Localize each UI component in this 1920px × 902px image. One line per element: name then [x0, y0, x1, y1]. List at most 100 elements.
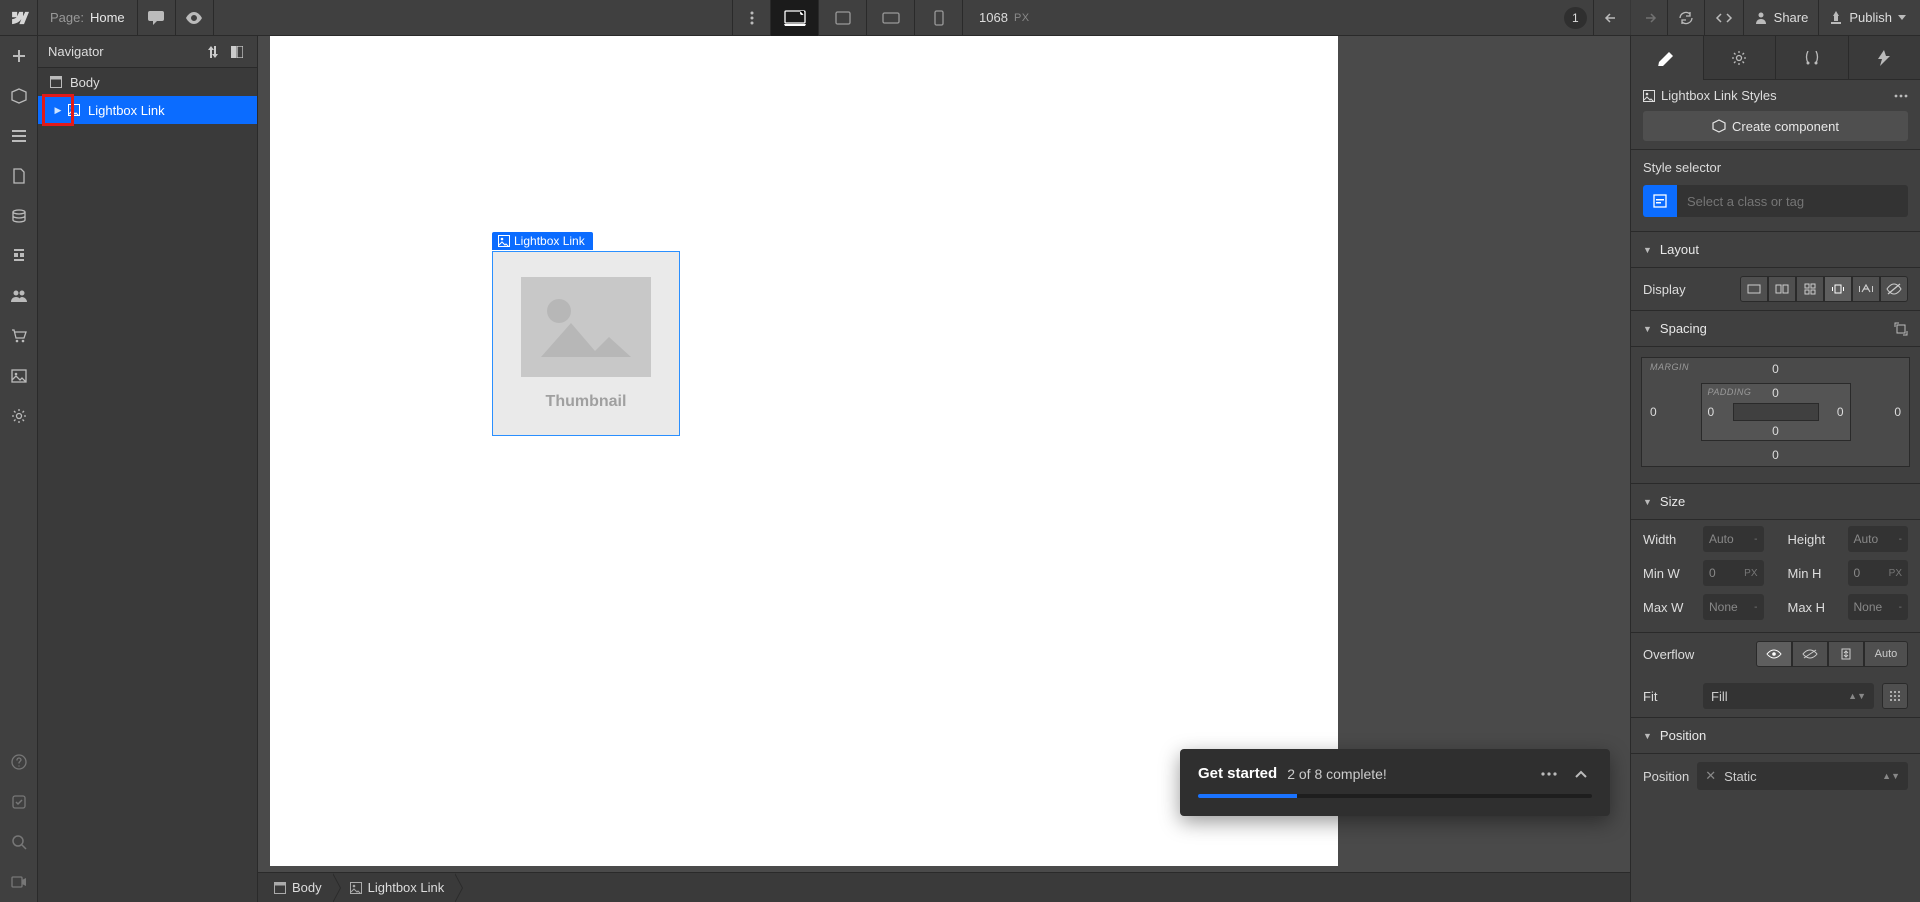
create-component-button[interactable]: Create component — [1643, 111, 1908, 141]
fit-select[interactable]: Fill ▲▼ — [1703, 683, 1874, 709]
style-panel-tabs — [1631, 36, 1920, 80]
code-export-icon[interactable] — [1704, 0, 1743, 36]
device-mobile[interactable] — [914, 0, 962, 36]
add-element-icon[interactable] — [0, 36, 38, 76]
display-grid[interactable] — [1796, 276, 1824, 302]
section-position-header[interactable]: ▼ Position — [1631, 718, 1920, 754]
toast-collapse-icon[interactable] — [1570, 770, 1592, 778]
display-block[interactable] — [1740, 276, 1768, 302]
publish-button[interactable]: Publish — [1818, 0, 1920, 36]
selector-input-field[interactable] — [1677, 185, 1908, 217]
device-tablet-landscape[interactable] — [866, 0, 914, 36]
overflow-hidden[interactable] — [1792, 641, 1828, 667]
margin-left[interactable]: 0 — [1650, 405, 1657, 419]
chevron-down-icon: ▼ — [1643, 324, 1652, 334]
search-icon[interactable] — [0, 822, 38, 862]
chevron-right-icon[interactable]: ▶ — [52, 105, 64, 116]
audit-icon[interactable] — [0, 782, 38, 822]
display-inline-block[interactable] — [1824, 276, 1852, 302]
section-layout-header[interactable]: ▼ Layout — [1631, 232, 1920, 268]
canvas-scroll[interactable]: Lightbox Link Thumbnail Get started 2 of… — [258, 36, 1630, 872]
margin-bottom[interactable]: 0 — [1772, 448, 1779, 462]
fit-position-button[interactable] — [1882, 683, 1908, 709]
more-vert-icon[interactable] — [732, 0, 770, 36]
nav-node-lightbox[interactable]: ▶ Lightbox Link — [38, 96, 257, 124]
margin-top[interactable]: 0 — [1772, 362, 1779, 376]
toast-more-icon[interactable] — [1538, 772, 1560, 776]
tab-style[interactable] — [1631, 37, 1703, 80]
lightbox-icon — [350, 882, 362, 894]
section-spacing-header[interactable]: ▼ Spacing — [1631, 311, 1920, 347]
height-input[interactable]: Auto- — [1848, 526, 1909, 552]
nav-node-body[interactable]: Body — [38, 68, 257, 96]
margin-right[interactable]: 0 — [1894, 405, 1901, 419]
tab-interactions[interactable] — [1775, 36, 1848, 79]
navigator-icon[interactable] — [0, 116, 38, 156]
users-icon[interactable] — [0, 276, 38, 316]
spacing-inner — [1733, 403, 1819, 421]
navigator-collapse-icon[interactable] — [227, 42, 247, 62]
margin-box[interactable]: MARGIN 0 0 0 0 PADDING 0 0 0 0 — [1641, 357, 1910, 467]
nav-node-body-label: Body — [70, 75, 100, 90]
overflow-label: Overflow — [1643, 647, 1695, 662]
resize-handle[interactable] — [1630, 374, 1631, 414]
get-started-toast: Get started 2 of 8 complete! — [1180, 749, 1610, 816]
display-none[interactable] — [1880, 276, 1908, 302]
preview-icon[interactable] — [176, 0, 214, 36]
sync-icon[interactable] — [1667, 0, 1704, 36]
overflow-auto[interactable]: Auto — [1864, 641, 1908, 667]
position-select[interactable]: ✕ Static ▲▼ — [1697, 762, 1908, 790]
spacing-expand-icon[interactable] — [1894, 322, 1908, 336]
crumb-body[interactable]: Body — [264, 873, 340, 902]
minw-input[interactable]: 0PX — [1703, 560, 1764, 586]
comments-icon[interactable] — [138, 0, 176, 36]
overflow-scroll[interactable] — [1828, 641, 1864, 667]
device-tablet[interactable] — [818, 0, 866, 36]
section-size-header[interactable]: ▼ Size — [1631, 484, 1920, 520]
undo-button[interactable] — [1593, 0, 1630, 36]
webflow-logo[interactable] — [0, 0, 38, 36]
canvas-width-display[interactable]: 1068 PX — [962, 0, 1046, 36]
images-icon[interactable] — [0, 356, 38, 396]
redo-button[interactable] — [1630, 0, 1667, 36]
ecommerce-icon[interactable] — [0, 316, 38, 356]
toast-progress — [1198, 794, 1592, 798]
padding-box[interactable]: PADDING 0 0 0 0 — [1701, 383, 1851, 441]
lightbox-icon — [1643, 90, 1655, 102]
tab-settings[interactable] — [1703, 36, 1776, 79]
overflow-visible[interactable] — [1756, 641, 1792, 667]
page-switcher[interactable]: Page: Home — [38, 0, 138, 36]
pages-icon[interactable] — [0, 156, 38, 196]
share-button[interactable]: Share — [1743, 0, 1819, 36]
symbols-icon[interactable] — [0, 76, 38, 116]
lightbox-element[interactable]: Thumbnail — [492, 251, 680, 436]
navigator-tree: Body ▶ Lightbox Link — [38, 68, 257, 902]
help-icon[interactable] — [0, 742, 38, 782]
device-desktop[interactable] — [770, 0, 818, 36]
style-header-more-icon[interactable] — [1894, 94, 1908, 98]
canvas-page[interactable]: Lightbox Link Thumbnail — [270, 36, 1338, 866]
cms-icon[interactable] — [0, 196, 38, 236]
maxw-input[interactable]: None- — [1703, 594, 1764, 620]
navigator-sort-icon[interactable] — [203, 42, 223, 62]
minh-input[interactable]: 0PX — [1848, 560, 1909, 586]
display-flex[interactable] — [1768, 276, 1796, 302]
crumb-lightbox[interactable]: Lightbox Link — [340, 873, 463, 902]
settings-icon[interactable] — [0, 396, 38, 436]
body-icon — [274, 882, 286, 894]
padding-bottom[interactable]: 0 — [1772, 424, 1779, 438]
padding-top[interactable]: 0 — [1772, 386, 1779, 400]
tab-element[interactable] — [1848, 36, 1920, 79]
selection-label[interactable]: Lightbox Link — [492, 232, 593, 250]
video-icon[interactable] — [0, 862, 38, 902]
width-input[interactable]: Auto- — [1703, 526, 1764, 552]
style-selector-input[interactable] — [1643, 185, 1908, 217]
padding-left[interactable]: 0 — [1708, 405, 1715, 419]
padding-right[interactable]: 0 — [1837, 405, 1844, 419]
changes-badge[interactable]: 1 — [1564, 7, 1587, 29]
page-label: Page: — [50, 10, 84, 25]
thumbnail-placeholder-icon — [521, 277, 651, 377]
maxh-input[interactable]: None- — [1848, 594, 1909, 620]
assets-icon[interactable] — [0, 236, 38, 276]
display-inline[interactable] — [1852, 276, 1880, 302]
